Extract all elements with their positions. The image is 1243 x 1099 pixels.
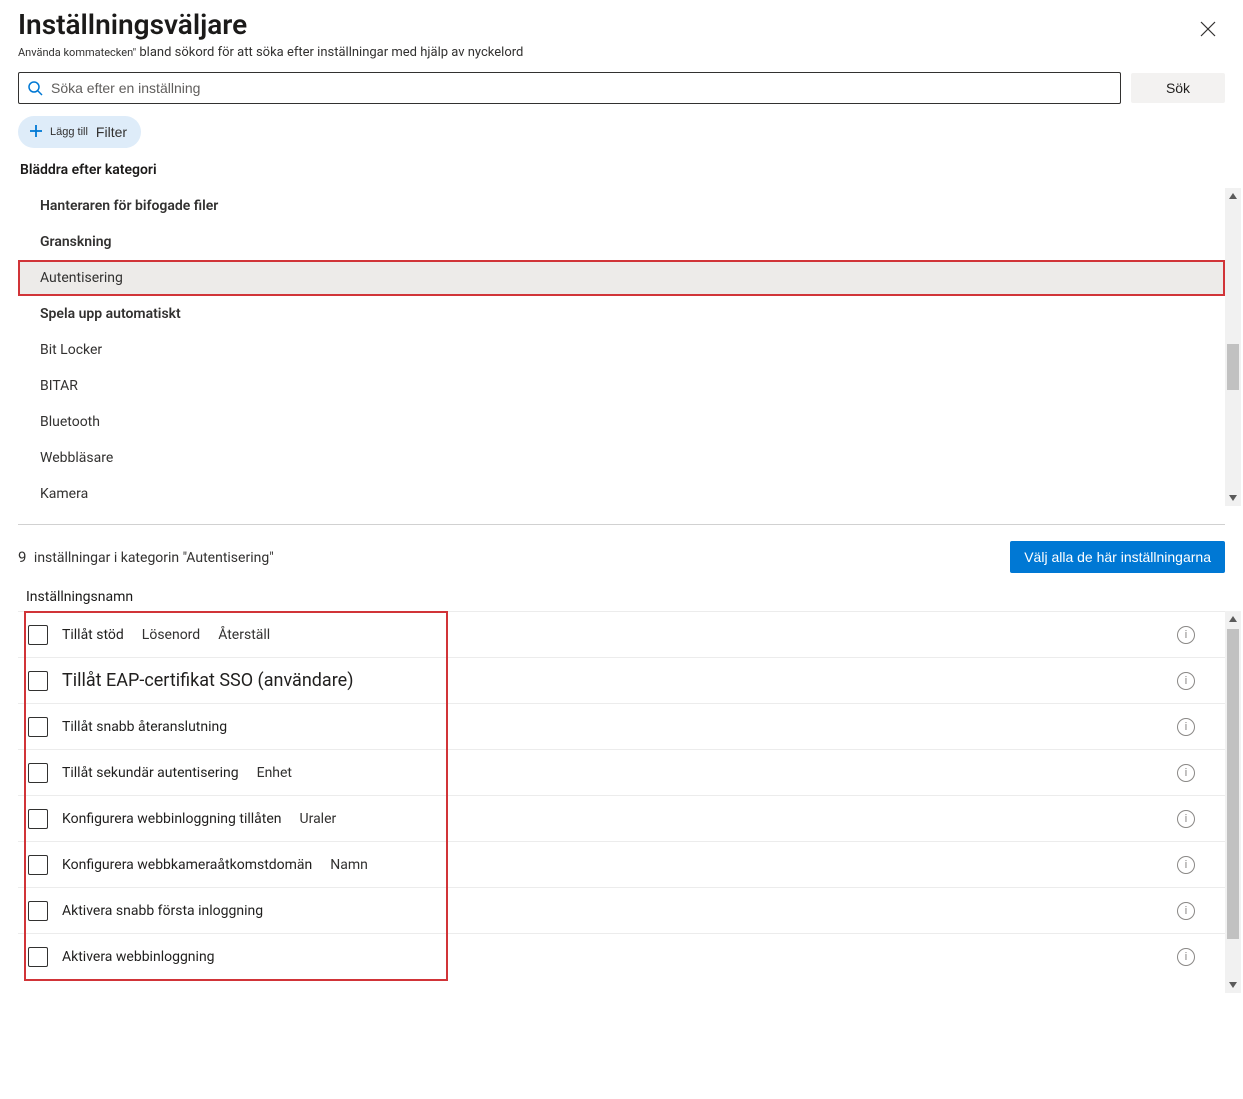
setting-row[interactable]: Konfigurera webbinloggning tillåten Urale… [18,795,1225,841]
search-button[interactable]: Sök [1131,73,1225,103]
search-box[interactable] [18,72,1121,104]
category-scrollbar[interactable] [1225,188,1241,506]
info-icon[interactable]: i [1177,718,1195,736]
setting-extra: Namn [330,857,368,873]
add-filter-label: Filter [96,124,127,140]
checkbox[interactable] [28,809,48,829]
info-icon[interactable]: i [1177,764,1195,782]
setting-name: Aktivera snabb första inloggning [62,903,263,919]
browse-label: Bläddra efter kategori [0,162,1243,188]
category-item[interactable]: Webbläsare [18,440,1225,476]
checkbox[interactable] [28,901,48,921]
info-icon[interactable]: i [1177,948,1195,966]
setting-row[interactable]: Aktivera snabb första inloggning i [18,887,1225,933]
setting-label-group: Tillåt sekundär autentisering Enhet [62,765,1177,781]
scroll-up-button[interactable] [1225,188,1241,204]
search-input[interactable] [49,79,1112,97]
setting-name: Tillåt snabb återanslutning [62,719,227,735]
setting-extra: Enhet [257,765,292,781]
category-pane-wrap: Hanteraren för bifogade filerGranskningA… [18,188,1225,506]
info-icon[interactable]: i [1177,902,1195,920]
setting-name: Tillåt EAP-certifikat SSO (användare) [62,670,353,691]
filter-row: Lägg till Filter [0,116,1243,162]
chevron-up-icon [1228,191,1238,201]
setting-row[interactable]: Tillåt EAP-certifikat SSO (användare) i [18,657,1225,703]
checkbox[interactable] [28,947,48,967]
setting-name: Konfigurera webbkameraåtkomstdomän [62,857,312,873]
scroll-thumb[interactable] [1227,629,1239,939]
results-count: 9 inställningar i kategorin "Autentiseri… [18,548,274,566]
page-title: Inställningsväljare [18,8,1225,41]
chevron-down-icon [1228,493,1238,503]
chevron-up-icon [1228,614,1238,624]
info-icon[interactable]: i [1177,810,1195,828]
add-filter-button[interactable]: Lägg till Filter [18,116,141,148]
category-item[interactable]: Autentisering [18,260,1225,296]
setting-label-group: Tillåt EAP-certifikat SSO (användare) [62,670,1177,691]
scroll-up-button[interactable] [1225,611,1241,627]
close-icon [1200,21,1216,37]
checkbox[interactable] [28,671,48,691]
results-count-number: 9 [18,548,26,566]
setting-label-group: Konfigurera webbkameraåtkomstdomän Namn [62,857,1177,873]
settings-column-header: Inställningsnamn [0,581,1243,611]
category-item[interactable]: Granskning [18,224,1225,260]
settings-list: Tillåt stödLösenordÅterställiTillåt EAP-… [18,611,1225,993]
search-icon [27,80,43,96]
setting-row[interactable]: Tillåt sekundär autentisering Enhet i [18,749,1225,795]
setting-extra: Lösenord [142,627,200,643]
scroll-thumb[interactable] [1227,344,1239,390]
settings-pane-wrap: Tillåt stödLösenordÅterställiTillåt EAP-… [18,611,1225,993]
page-subtitle: Använda kommatecken" bland sökord för at… [18,45,1225,60]
search-row: Sök [0,72,1243,116]
category-list: Hanteraren för bifogade filerGranskningA… [18,188,1225,506]
setting-name: Aktivera webbinloggning [62,949,215,965]
results-count-rest: inställningar i kategorin "Autentisering… [34,550,274,566]
settings-scrollbar[interactable] [1225,611,1241,993]
setting-row[interactable]: Konfigurera webbkameraåtkomstdomän Namn i [18,841,1225,887]
setting-row[interactable]: Tillåt stöd Lösenord Återställ i [18,611,1225,657]
info-icon[interactable]: i [1177,856,1195,874]
checkbox[interactable] [28,625,48,645]
setting-name: Konfigurera webbinloggning tillåten [62,811,282,827]
category-item[interactable]: Hanteraren för bifogade filer [18,188,1225,224]
checkbox[interactable] [28,763,48,783]
close-button[interactable] [1191,12,1225,46]
category-item[interactable]: Bluetooth [18,404,1225,440]
info-icon[interactable]: i [1177,626,1195,644]
checkbox[interactable] [28,855,48,875]
checkbox[interactable] [28,717,48,737]
scroll-down-button[interactable] [1225,490,1241,506]
setting-label-group: Tillåt snabb återanslutning [62,719,1177,735]
subtitle-prefix: Använda kommatecken" [18,46,136,59]
header: Inställningsväljare Använda kommatecken"… [0,8,1243,60]
plus-icon [28,123,44,142]
results-bar: 9 inställningar i kategorin "Autentiseri… [0,525,1243,581]
category-item[interactable]: Kamera [18,476,1225,512]
category-item[interactable]: Spela upp automatiskt [18,296,1225,332]
subtitle-rest: bland sökord för att söka efter inställn… [136,45,523,60]
chevron-down-icon [1228,980,1238,990]
setting-name: Tillåt sekundär autentisering [62,765,239,781]
info-icon[interactable]: i [1177,672,1195,690]
setting-label-group: Aktivera webbinloggning [62,949,1177,965]
setting-label-group: Konfigurera webbinloggning tillåten Urale… [62,811,1177,827]
setting-extra: Återställ [218,627,270,643]
category-item[interactable]: Bit Locker [18,332,1225,368]
setting-label-group: Tillåt stöd Lösenord Återställ [62,627,1177,643]
setting-row[interactable]: Aktivera webbinloggning i [18,933,1225,979]
setting-row[interactable]: Tillåt snabb återanslutning i [18,703,1225,749]
setting-extra: Uraler [300,811,337,827]
add-filter-small: Lägg till [50,126,88,138]
setting-name: Tillåt stöd [62,627,124,643]
select-all-button[interactable]: Välj alla de här inställningarna [1010,541,1225,573]
category-item[interactable]: BITAR [18,368,1225,404]
setting-label-group: Aktivera snabb första inloggning [62,903,1177,919]
scroll-down-button[interactable] [1225,977,1241,993]
